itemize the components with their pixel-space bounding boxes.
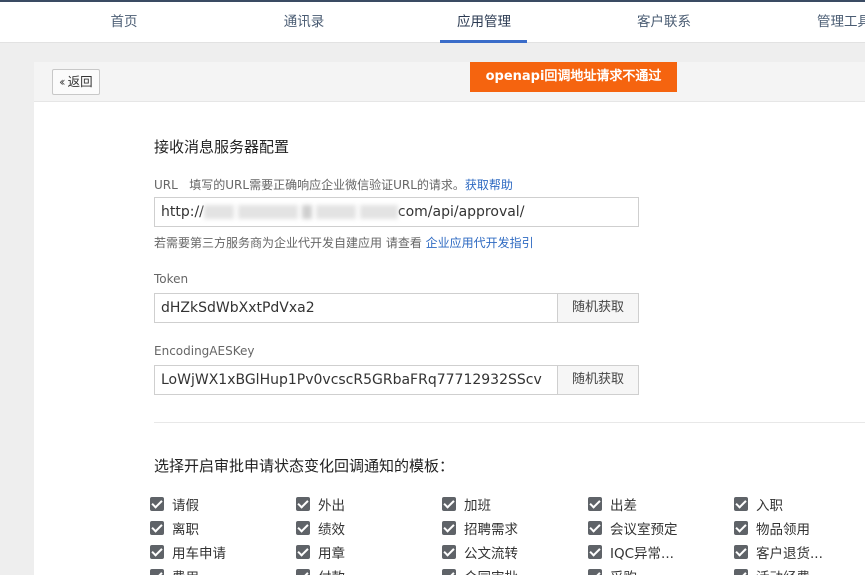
template-checkbox-label: 物品领用 [756,522,810,538]
template-checkbox[interactable]: 物品领用 [734,518,810,538]
third-party-guide-link[interactable]: 企业应用代开发指引 [426,236,534,250]
url-suffix: com/api/approval/ [397,204,525,220]
aeskey-random-button[interactable]: 随机获取 [557,365,639,395]
template-checkbox[interactable]: 客户退货... [734,542,823,562]
checkbox-checked-icon[interactable] [442,497,456,511]
tab-app-management[interactable]: 应用管理 [448,2,520,43]
template-checkbox-label: 客户退货... [756,546,823,562]
checkbox-checked-icon[interactable] [588,497,602,511]
template-checkbox[interactable]: 离职 [150,518,199,538]
aeskey-label: EncodingAESKey [154,344,255,358]
checkbox-checked-icon[interactable] [734,521,748,535]
template-checkbox-label: 采购 [610,566,637,575]
panel-header: ‹‹ 返回 openapi回调地址请求不通过 [34,62,865,102]
checkbox-checked-icon[interactable] [296,497,310,511]
template-checkbox-label: 入职 [756,498,783,514]
templates-title: 选择开启审批申请状态变化回调通知的模板： [154,457,455,475]
token-input[interactable]: dHZkSdWbXxtPdVxa2 [154,293,558,323]
template-checkbox[interactable]: 合同审批 [442,566,518,575]
checkbox-checked-icon[interactable] [296,569,310,575]
checkbox-checked-icon[interactable] [150,545,164,559]
template-checkbox[interactable]: 费用 [150,566,199,575]
token-label: Token [154,272,189,286]
template-checkbox[interactable]: 会议室预定 [588,518,678,538]
checkbox-checked-icon[interactable] [296,521,310,535]
error-toast: openapi回调地址请求不通过 [470,62,677,92]
template-checkbox-label: 公文流转 [464,546,518,562]
config-title: 接收消息服务器配置 [154,138,290,156]
template-checkbox-label: 活动经费 [756,566,810,575]
template-checkbox-label: 会议室预定 [610,522,678,538]
top-nav: 首页 通讯录 应用管理 客户联系 管理工具 [0,0,865,43]
url-description: 填写的URL需要正确响应企业微信验证URL的请求。 [189,178,465,192]
checkbox-checked-icon[interactable] [588,545,602,559]
checkbox-checked-icon[interactable] [442,545,456,559]
template-checkbox[interactable]: 绩效 [296,518,345,538]
template-checkbox[interactable]: 活动经费 [734,566,810,575]
url-label-row: URL 填写的URL需要正确响应企业微信验证URL的请求。获取帮助 [154,176,513,193]
checkbox-checked-icon[interactable] [442,521,456,535]
template-checkbox[interactable]: 用车申请 [150,542,226,562]
checkbox-checked-icon[interactable] [150,521,164,535]
section-divider [154,422,865,423]
aeskey-input[interactable]: LoWjWX1xBGlHup1Pv0vcscR5GRbaFRq77712932S… [154,365,558,395]
template-checkbox[interactable]: IQC异常... [588,542,674,562]
tab-customer-contact[interactable]: 客户联系 [628,2,700,43]
template-checkbox[interactable]: 加班 [442,494,491,514]
checkbox-checked-icon[interactable] [734,569,748,575]
template-checkbox-label: 离职 [172,522,199,538]
tab-contacts[interactable]: 通讯录 [276,2,332,43]
template-checkbox[interactable]: 出差 [588,494,637,514]
token-random-button[interactable]: 随机获取 [557,293,639,323]
checkbox-checked-icon[interactable] [588,521,602,535]
template-checkbox-label: 请假 [172,498,199,514]
back-label: 返回 [67,74,93,89]
third-party-hint: 若需要第三方服务商为企业代开发自建应用 请查看 [154,236,422,250]
main-panel: ‹‹ 返回 openapi回调地址请求不通过 接收消息服务器配置 URL 填写的… [34,62,865,575]
template-checkbox-label: 加班 [464,498,491,514]
checkbox-checked-icon[interactable] [588,569,602,575]
template-checkbox[interactable]: 入职 [734,494,783,514]
url-prefix: http:// [161,204,204,220]
template-checkbox[interactable]: 请假 [150,494,199,514]
back-button[interactable]: ‹‹ 返回 [52,69,100,95]
url-input[interactable]: http:// com/api/approval/ [154,197,639,227]
template-checkbox[interactable]: 采购 [588,566,637,575]
tab-management-tools[interactable]: 管理工具 [808,2,865,43]
checkbox-checked-icon[interactable] [296,545,310,559]
template-checkbox-label: 用车申请 [172,546,226,562]
template-checkbox[interactable]: 用章 [296,542,345,562]
template-checkbox[interactable]: 付款 [296,566,345,575]
url-label: URL [154,178,178,192]
third-party-hint-row: 若需要第三方服务商为企业代开发自建应用 请查看 企业应用代开发指引 [154,234,534,251]
checkbox-checked-icon[interactable] [734,497,748,511]
template-checkbox-label: 用章 [318,546,345,562]
checkbox-checked-icon[interactable] [734,545,748,559]
template-checkbox-label: 招聘需求 [464,522,518,538]
template-checkbox[interactable]: 招聘需求 [442,518,518,538]
active-tab-indicator [440,40,527,43]
template-checkbox[interactable]: 外出 [296,494,345,514]
template-checkbox-label: 绩效 [318,522,345,538]
double-chevron-left-icon: ‹‹ [59,75,65,89]
template-checkbox-label: 合同审批 [464,566,518,575]
checkbox-checked-icon[interactable] [150,569,164,575]
template-checkbox[interactable]: 公文流转 [442,542,518,562]
checkbox-checked-icon[interactable] [150,497,164,511]
checkbox-checked-icon[interactable] [442,569,456,575]
template-checkbox-label: IQC异常... [610,546,674,562]
template-checkbox-label: 出差 [610,498,637,514]
url-redacted [203,204,398,220]
url-help-link[interactable]: 获取帮助 [465,178,513,192]
template-checkbox-label: 付款 [318,566,345,575]
tab-home[interactable]: 首页 [104,2,144,43]
template-checkbox-label: 外出 [318,498,345,514]
template-checkbox-label: 费用 [172,566,199,575]
